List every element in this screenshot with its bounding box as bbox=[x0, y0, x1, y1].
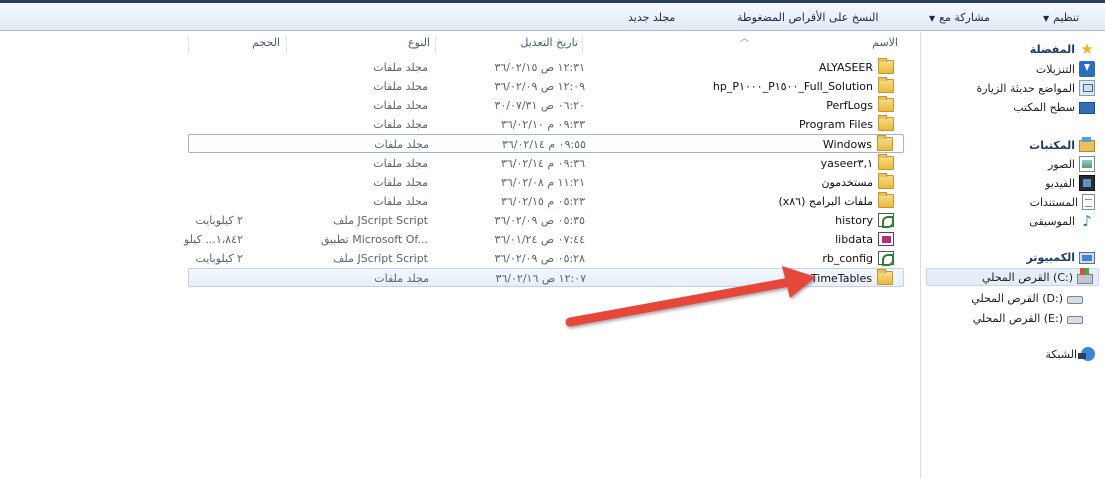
nav-documents[interactable]: المستندات bbox=[1030, 193, 1095, 211]
nav-downloads[interactable]: التنزيلات bbox=[1036, 60, 1095, 78]
music-icon: ♪ bbox=[1082, 212, 1092, 230]
organize-button[interactable]: ▼ تنظيم bbox=[1043, 11, 1079, 24]
nav-libraries[interactable]: المكتبات bbox=[1029, 136, 1095, 154]
network-icon bbox=[1078, 347, 1095, 361]
videos-icon bbox=[1079, 175, 1095, 191]
star-icon: ★ bbox=[1080, 40, 1094, 58]
chevron-down-icon: ▼ bbox=[1043, 14, 1050, 23]
nav-pictures[interactable]: الصور bbox=[1048, 155, 1095, 173]
share-with-button[interactable]: ▼ مشاركة مع bbox=[929, 11, 990, 24]
red-arrow-shape bbox=[565, 266, 816, 327]
burn-button[interactable]: النسخ على الأقراص المضغوطة bbox=[737, 11, 878, 24]
libraries-icon bbox=[1079, 137, 1095, 152]
nav-drive-d[interactable]: القرص المحلي (D:) bbox=[971, 289, 1083, 307]
nav-music[interactable]: الموسيقى ♪ bbox=[1029, 212, 1095, 230]
chevron-down-icon: ▼ bbox=[929, 14, 936, 23]
navigation-pane: المفضلة ★ التنزيلات المواضع حديثة الزيار… bbox=[920, 32, 1105, 479]
nav-computer[interactable]: الكمبيوتر bbox=[1026, 248, 1095, 266]
nav-network[interactable]: الشبكة bbox=[1045, 345, 1095, 363]
downloads-icon bbox=[1079, 61, 1095, 77]
recent-places-icon bbox=[1079, 80, 1095, 96]
drive-icon bbox=[1067, 316, 1083, 324]
desktop-icon bbox=[1079, 102, 1095, 114]
computer-icon bbox=[1079, 251, 1095, 264]
command-bar: ▼ تنظيم ▼ مشاركة مع النسخ على الأقراص المض… bbox=[0, 3, 1105, 31]
drive-icon bbox=[1067, 296, 1083, 304]
new-folder-button[interactable]: مجلد جديد bbox=[628, 11, 675, 24]
pictures-icon bbox=[1079, 156, 1095, 172]
nav-recent-places[interactable]: المواضع حديثة الزيارة bbox=[976, 79, 1095, 97]
nav-drive-c[interactable]: القرص المحلي (C:) bbox=[926, 268, 1099, 286]
system-drive-icon bbox=[1077, 268, 1093, 284]
nav-desktop[interactable]: سطح المكتب bbox=[1013, 98, 1095, 116]
nav-drive-e[interactable]: القرص المحلي (E:) bbox=[973, 309, 1083, 327]
file-list-pane[interactable]: ︿ الاسم تاريخ التعديل النوع الحجم ALYASE… bbox=[0, 32, 920, 479]
nav-favorites[interactable]: المفضلة ★ bbox=[1030, 40, 1095, 58]
nav-videos[interactable]: الفيديو bbox=[1045, 174, 1095, 192]
annotation-arrow bbox=[565, 266, 816, 327]
documents-icon bbox=[1082, 194, 1095, 210]
